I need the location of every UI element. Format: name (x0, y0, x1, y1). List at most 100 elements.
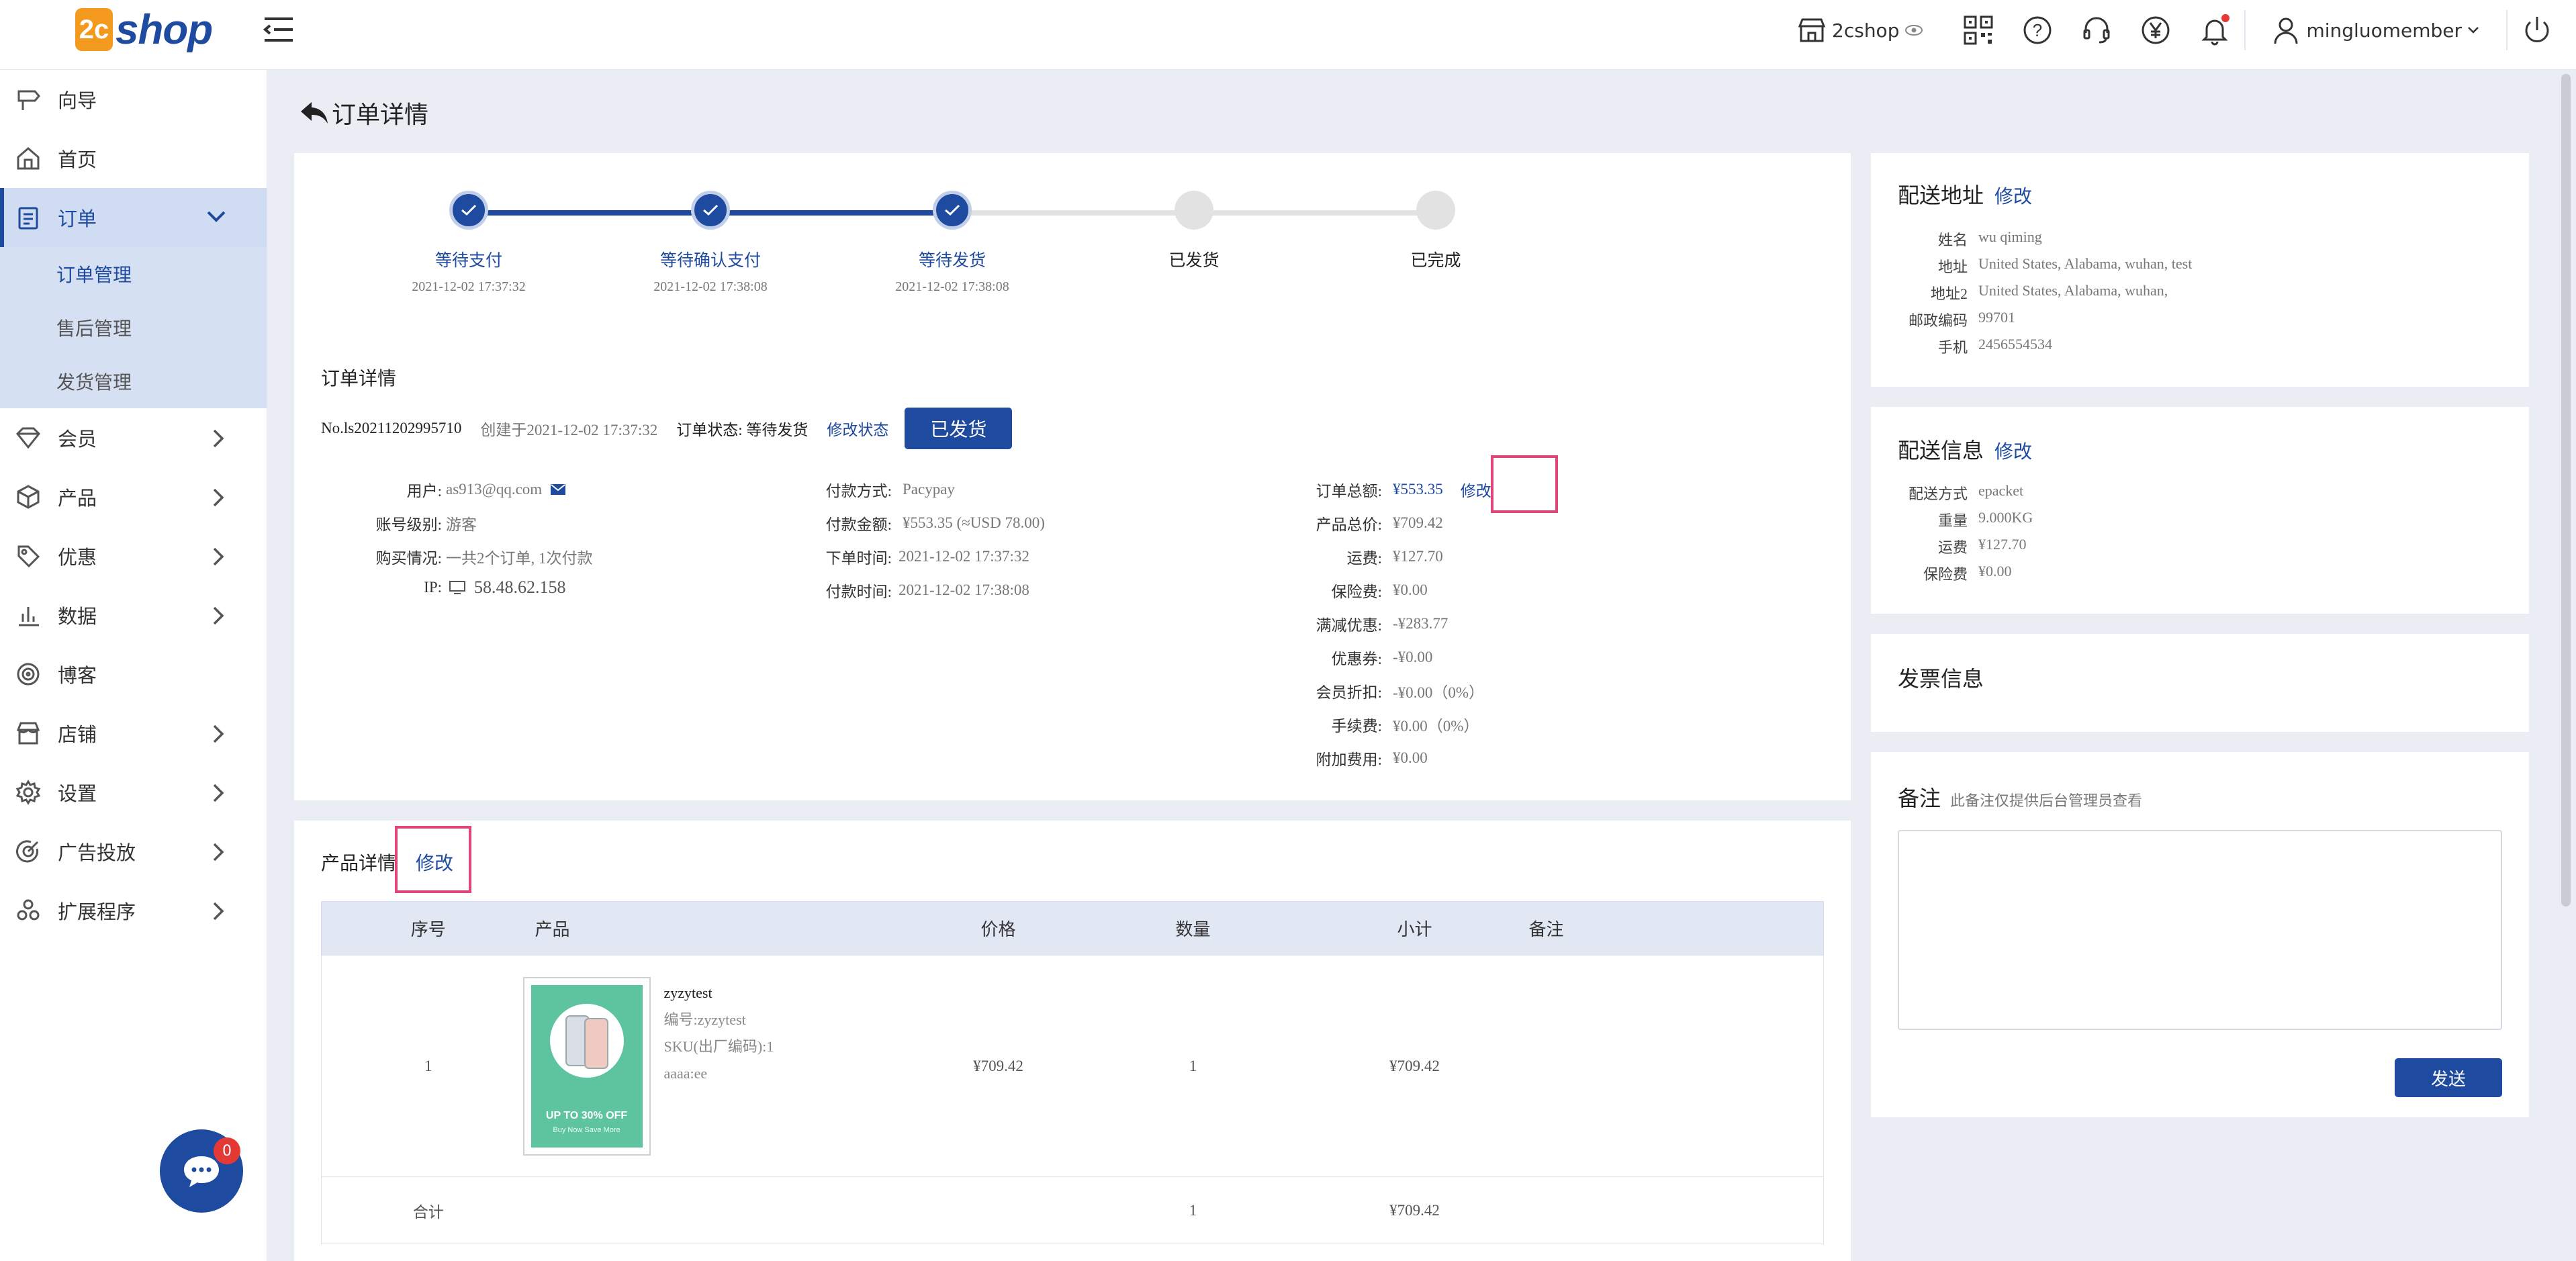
total-qty: 1 (1085, 1176, 1301, 1244)
step-time: 2021-12-02 17:38:08 (895, 279, 1009, 294)
sidebar-item-blog[interactable]: 博客 (0, 645, 267, 704)
chat-button[interactable]: 0 (160, 1129, 243, 1213)
send-button[interactable]: 发送 (2395, 1058, 2502, 1097)
info-payment-method: 付款方式: Pacypay (825, 481, 955, 500)
back-icon[interactable] (300, 99, 329, 126)
qrcode-icon[interactable] (1960, 11, 1997, 49)
sidebar-item-store[interactable]: 店铺 (0, 704, 267, 763)
sidebar-item-extensions[interactable]: 扩展程序 (0, 881, 267, 940)
top-bar: 2c shop 2cshop ? mingluomember (0, 0, 2576, 70)
shipping-info-card: 配送信息 修改 配送方式 epacket 重量 9.000KG 运费 ¥127.70 … (1871, 407, 2529, 614)
submenu-order-management[interactable]: 订单管理 (0, 247, 267, 301)
shipping-address-title: 配送地址 修改 (1898, 183, 2033, 207)
info-user: 用户: as913@qq.com (321, 478, 566, 501)
user-name: mingluomember (2306, 19, 2462, 42)
product-thumbnail[interactable]: UP TO 30% OFF Buy Now Save More (522, 976, 651, 1156)
sidebar-item-label: 产品 (58, 487, 97, 510)
row-product: UP TO 30% OFF Buy Now Save More zyzytest… (522, 955, 911, 1177)
address-postcode-row: 邮政编码 99701 (1908, 309, 2015, 329)
menu-collapse-icon[interactable] (263, 16, 294, 43)
sidebar-item-data[interactable]: 数据 (0, 586, 267, 645)
highlight-edit-total (1491, 455, 1558, 513)
help-icon[interactable]: ? (2019, 11, 2056, 49)
info-handling-fee: 手续费: ¥0.00（0%） (1331, 718, 1479, 735)
table-row: 1 UP TO 30% OFF Buy Now Save More zyzyte… (321, 955, 1824, 1177)
logo[interactable]: 2c shop (75, 3, 213, 56)
col-subtotal: 小计 (1300, 901, 1529, 955)
chevron-right-icon (213, 606, 224, 625)
sidebar-item-advertising[interactable]: 广告投放 (0, 822, 267, 881)
headset-icon[interactable] (2078, 11, 2115, 49)
info-paid-time: 付款时间: 2021-12-02 17:38:08 (825, 581, 1029, 600)
info-member-discount: 会员折扣: -¥0.00（0%） (1316, 684, 1485, 701)
shipped-button[interactable]: 已发货 (905, 408, 1013, 449)
tag-icon (17, 545, 40, 568)
sidebar-item-guide[interactable]: 向导 (0, 70, 267, 129)
chevron-right-icon (213, 547, 224, 566)
page-title: 订单详情 (300, 95, 428, 130)
submenu-after-sales[interactable]: 售后管理 (0, 301, 267, 355)
sidebar-item-label: 首页 (58, 148, 97, 171)
step-label: 已完成 (1410, 252, 1461, 270)
sidebar-item-products[interactable]: 产品 (0, 467, 267, 526)
shipping-weight-row: 重量 9.000KG (1937, 509, 2033, 529)
sidebar-item-promotions[interactable]: 优惠 (0, 526, 267, 586)
remarks-textarea[interactable] (1898, 830, 2502, 1030)
info-purchase: 购买情况: 一共2个订单, 1次付款 (375, 550, 593, 567)
apps-icon (17, 899, 40, 921)
sidebar-item-label: 广告投放 (58, 841, 136, 864)
page-title-text: 订单详情 (332, 101, 429, 129)
step-check-icon (691, 191, 730, 230)
sidebar-item-label: 数据 (58, 605, 97, 628)
sidebar-item-members[interactable]: 会员 (0, 408, 267, 467)
scrollbar[interactable] (2561, 74, 2571, 906)
edit-total-link[interactable]: 修改 (1461, 478, 1491, 501)
info-shipping-fee: 运费: ¥127.70 (1346, 548, 1443, 567)
sidebar-item-orders[interactable]: 订单 (0, 188, 267, 247)
notification-button[interactable] (2196, 11, 2234, 49)
thumb-subtext: Buy Now Save More (553, 1125, 620, 1134)
address-name-row: 姓名 wu qiming (1937, 228, 2042, 248)
yen-icon[interactable] (2137, 11, 2174, 49)
product-sku: SKU(出厂编码):1 (663, 1037, 774, 1055)
total-label: 合计 (321, 1176, 535, 1244)
sidebar-item-label: 会员 (58, 428, 97, 451)
product-name[interactable]: zyzytest (664, 980, 774, 1007)
power-icon[interactable] (2518, 11, 2556, 49)
sidebar-item-settings[interactable]: 设置 (0, 763, 267, 822)
edit-address-link[interactable]: 修改 (1994, 187, 2032, 207)
shop-name: 2cshop (1832, 19, 1900, 42)
sidebar-item-label: 设置 (58, 782, 97, 805)
shop-switcher[interactable]: 2cshop (1797, 17, 1929, 44)
monitor-icon (449, 581, 465, 594)
user-menu[interactable]: mingluomember (2272, 15, 2479, 45)
svg-text:?: ? (2033, 20, 2042, 40)
chevron-right-icon (213, 488, 224, 507)
sidebar-item-home[interactable]: 首页 (0, 129, 267, 188)
orders-submenu: 订单管理 售后管理 发货管理 (0, 247, 267, 408)
chevron-down-icon (207, 211, 226, 222)
clipboard-icon (18, 207, 38, 230)
sidebar-item-label: 向导 (58, 89, 97, 112)
remarks-hint: 此备注仅提供后台管理员查看 (1950, 792, 2143, 809)
row-note (1528, 955, 1717, 1177)
product-code: 编号:zyzytest (663, 1011, 746, 1028)
step-check-icon (933, 191, 972, 230)
step-awaiting-confirm: 等待确认支付 2021-12-02 17:38:08 (590, 191, 831, 295)
eye-icon[interactable] (1904, 24, 1923, 37)
mail-icon[interactable] (550, 483, 566, 496)
modify-status-link[interactable]: 修改状态 (827, 417, 888, 440)
step-awaiting-payment: 等待支付 2021-12-02 17:37:32 (348, 191, 590, 295)
chevron-right-icon (213, 784, 224, 802)
gear-icon (15, 780, 41, 805)
submenu-shipping[interactable]: 发货管理 (0, 355, 267, 408)
col-price: 价格 (911, 901, 1086, 955)
edit-shipping-link[interactable]: 修改 (1994, 442, 2032, 463)
product-attr: aaaa:ee (663, 1064, 708, 1082)
logo-mark: 2c (75, 8, 113, 51)
remarks-card: 备注 此备注仅提供后台管理员查看 发送 (1871, 752, 2529, 1117)
divider (2244, 10, 2246, 50)
shop-icon (16, 722, 40, 745)
shipping-insurance-row: 保险费 ¥0.00 (1923, 563, 2012, 583)
step-label: 等待确认支付 (659, 252, 761, 270)
